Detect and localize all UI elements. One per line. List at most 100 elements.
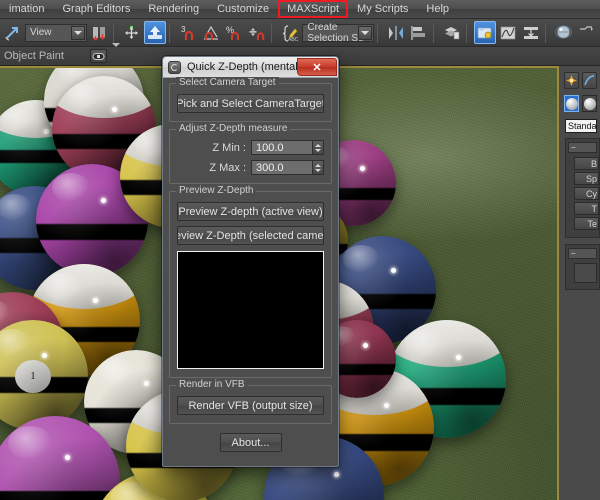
zmax-spinner-arrows[interactable] xyxy=(313,160,324,175)
angle-snap-toggle-icon[interactable] xyxy=(200,21,222,44)
layer-manager-icon[interactable] xyxy=(441,21,463,44)
pick-and-select-cameratarget-button[interactable]: Pick and Select CameraTarget xyxy=(177,94,324,113)
material-slot-row xyxy=(559,93,600,116)
preview-zdepth-selected-camera-button[interactable]: Preview Z-Depth (selected camera) xyxy=(177,226,324,245)
chevron-down-icon[interactable] xyxy=(358,25,372,40)
zmax-row: Z Max : 300.0 xyxy=(177,160,324,175)
menu-item-maxscript[interactable]: MAXScript xyxy=(278,0,349,18)
percent-snap-toggle-icon[interactable]: % xyxy=(223,21,245,44)
spinner-up-icon[interactable] xyxy=(315,163,321,167)
group-render-in-vfb: Render in VFB Render VFB (output size) xyxy=(169,379,332,424)
edit-named-selection-sets-icon[interactable]: ABC xyxy=(279,21,301,44)
name-and-color-rollout: − xyxy=(565,244,600,290)
preview-zdepth-active-view-button[interactable]: Preview Z-depth (active view) xyxy=(177,202,324,221)
menu-item-help[interactable]: Help xyxy=(417,0,458,18)
sphere-slot-2[interactable] xyxy=(582,95,597,112)
ball-gloss xyxy=(51,172,90,203)
svg-text:ABC: ABC xyxy=(288,37,299,42)
reference-coordinate-system-dropdown[interactable]: View xyxy=(25,23,88,42)
group-title-preview-zdepth: Preview Z-Depth xyxy=(176,185,257,196)
modify-tab-icon[interactable] xyxy=(582,72,597,89)
object-type-rollout: − B Sp Cy T Te xyxy=(565,138,600,238)
dialog-body: Select Camera Target Pick and Select Cam… xyxy=(163,77,338,458)
material-type-value: Standa xyxy=(568,121,597,131)
schematic-view-icon[interactable] xyxy=(520,21,542,44)
zmin-input[interactable]: 100.0 xyxy=(251,140,313,155)
maxscript-rollout-icon xyxy=(168,60,181,74)
select-and-link-icon[interactable] xyxy=(2,21,24,44)
toolbar-separator xyxy=(113,22,118,43)
ball-specular-highlight xyxy=(359,165,365,171)
object-button-teapot[interactable]: Te xyxy=(574,217,599,230)
spinner-snap-toggle-icon[interactable] xyxy=(246,21,268,44)
object-paint-brush-icon[interactable] xyxy=(89,49,107,63)
rollout-collapse-toggle[interactable]: − xyxy=(568,142,597,153)
group-adjust-zdepth-measure: Adjust Z-Depth measure Z Min : 100.0 Z M… xyxy=(169,123,332,184)
zmax-spinner[interactable]: 300.0 xyxy=(251,160,324,175)
object-button-box[interactable]: B xyxy=(574,157,599,170)
ball-specular-highlight xyxy=(92,297,98,303)
menu-item-my-scripts[interactable]: My Scripts xyxy=(348,0,417,18)
zmin-row: Z Min : 100.0 xyxy=(177,140,324,155)
name-color-field[interactable] xyxy=(574,263,597,283)
chevron-down-icon[interactable] xyxy=(111,43,120,65)
quick-zdepth-dialog[interactable]: Quick Z-Depth (mental r... ✕ Select Came… xyxy=(162,56,339,467)
dialog-title-bar[interactable]: Quick Z-Depth (mental r... ✕ xyxy=(163,57,338,78)
menu-item-rendering[interactable]: Rendering xyxy=(139,0,208,18)
sphere-slot-1[interactable] xyxy=(564,95,579,112)
mirror-icon[interactable] xyxy=(385,21,407,44)
ball-specular-highlight xyxy=(333,472,339,477)
named-selection-set-dropdown[interactable]: Create Selection Se xyxy=(302,22,374,44)
toolbar-separator xyxy=(377,22,382,43)
zmin-label: Z Min : xyxy=(212,141,246,154)
object-button-sphere[interactable]: Sp xyxy=(574,172,599,185)
toolbar-separator xyxy=(271,22,276,43)
spinner-down-icon[interactable] xyxy=(315,168,321,172)
snaps-toggle-3d-icon[interactable]: 3 xyxy=(177,21,199,44)
command-panel-tabs xyxy=(559,66,600,93)
bind-to-space-warp-icon[interactable] xyxy=(88,21,110,44)
reference-coordinate-system-value: View xyxy=(30,27,52,38)
scene-explorer-icon[interactable] xyxy=(474,21,496,44)
group-select-camera-target: Select Camera Target Pick and Select Cam… xyxy=(169,77,332,122)
zmax-label: Z Max : xyxy=(209,161,246,174)
group-preview-zdepth: Preview Z-Depth Preview Z-depth (active … xyxy=(169,185,332,378)
menu-item-animation[interactable]: imation xyxy=(0,0,53,18)
menu-bar: imation Graph Editors Rendering Customiz… xyxy=(0,0,600,19)
toolbar-separator xyxy=(466,22,471,43)
preview-canvas[interactable] xyxy=(177,251,324,369)
ball-gloss xyxy=(1,107,35,133)
zmin-spinner-arrows[interactable] xyxy=(313,140,324,155)
zmin-spinner[interactable]: 100.0 xyxy=(251,140,324,155)
spinner-down-icon[interactable] xyxy=(315,148,321,152)
about-button[interactable]: About... xyxy=(219,433,282,452)
main-toolbar: View 3 % ABC Create Selection Se xyxy=(0,19,600,47)
toolbar-separator xyxy=(169,22,174,43)
ball-gloss xyxy=(343,244,380,273)
chevron-down-icon[interactable] xyxy=(71,25,86,40)
close-icon[interactable]: ✕ xyxy=(297,58,337,76)
select-and-place-icon[interactable] xyxy=(144,21,167,44)
create-tab-icon[interactable] xyxy=(564,72,579,89)
zmax-input[interactable]: 300.0 xyxy=(251,160,313,175)
align-icon[interactable] xyxy=(408,21,430,44)
svg-text:3: 3 xyxy=(181,25,186,34)
toolbar-separator xyxy=(433,22,438,43)
material-editor-icon[interactable] xyxy=(553,21,575,44)
maxscript-quick-zdepth-screen: imation Graph Editors Rendering Customiz… xyxy=(0,0,600,500)
render-vfb-output-size-button[interactable]: Render VFB (output size) xyxy=(177,396,324,415)
ball-specular-highlight xyxy=(43,128,49,134)
object-button-torus[interactable]: T xyxy=(574,202,599,215)
rollout-collapse-toggle-2[interactable]: − xyxy=(568,248,597,259)
curve-editor-icon[interactable] xyxy=(497,21,519,44)
select-and-move-icon[interactable] xyxy=(121,21,143,44)
ball-gloss xyxy=(43,272,82,303)
ball-gloss xyxy=(66,84,102,112)
object-button-cylinder[interactable]: Cy xyxy=(574,187,599,200)
ball-specular-highlight xyxy=(41,353,47,358)
material-type-field[interactable]: Standa xyxy=(565,119,597,133)
spinner-up-icon[interactable] xyxy=(315,143,321,147)
render-setup-icon[interactable] xyxy=(576,21,598,44)
menu-item-graph-editors[interactable]: Graph Editors xyxy=(53,0,139,18)
menu-item-customize[interactable]: Customize xyxy=(208,0,278,18)
